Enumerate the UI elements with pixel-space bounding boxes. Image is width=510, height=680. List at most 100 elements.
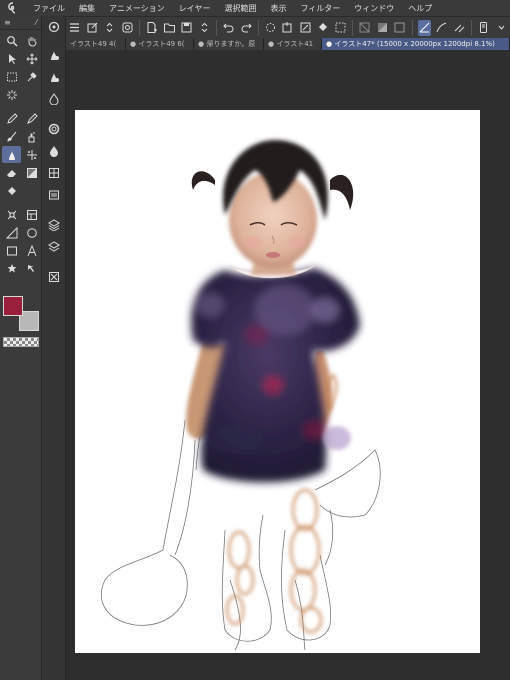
brush-icon[interactable]: [2, 128, 21, 145]
frame-border-icon[interactable]: [2, 206, 21, 223]
blend-icon[interactable]: [2, 146, 21, 163]
head: [191, 140, 354, 268]
brush-indicator-icon: ⁄: [35, 18, 37, 27]
water-drop-icon[interactable]: [42, 88, 66, 110]
selection-icon[interactable]: [2, 68, 21, 85]
toolbar-divider: [411, 19, 413, 36]
gradient-tool-icon[interactable]: [22, 164, 41, 181]
menu-edit[interactable]: 編集: [72, 3, 102, 14]
drawing-tools: [0, 108, 41, 199]
undo-icon[interactable]: [222, 20, 236, 36]
fill-bucket-icon[interactable]: [2, 182, 21, 199]
perspective-ruler-icon[interactable]: [453, 20, 467, 36]
redo-icon[interactable]: [239, 20, 253, 36]
tab-kaerimasuka[interactable]: ● 帰りますか。原: [194, 38, 264, 50]
circle-icon[interactable]: [22, 224, 41, 241]
menu-animation[interactable]: アニメーション: [102, 3, 172, 14]
ruler-icon[interactable]: [2, 224, 21, 241]
clip-studio-logo-icon[interactable]: [0, 0, 26, 16]
open-folder-icon[interactable]: [162, 20, 176, 36]
auto-select-icon[interactable]: [2, 86, 21, 103]
menu-selection[interactable]: 選択範囲: [217, 3, 263, 14]
bucket-icon[interactable]: [316, 20, 330, 36]
menu-window[interactable]: ウィンドウ: [347, 3, 401, 14]
blend-brush-icon[interactable]: [42, 66, 66, 88]
toolbar-divider: [139, 19, 140, 36]
layer-property-icon[interactable]: [42, 214, 66, 236]
menu-file[interactable]: ファイル: [26, 3, 72, 14]
tab-illust-49-4[interactable]: イラスト49 4(: [66, 38, 126, 50]
pen-icon[interactable]: [2, 110, 21, 127]
special-ruler-icon[interactable]: [435, 20, 449, 36]
tab-illust-49-6[interactable]: ● イラスト49 6(: [126, 38, 194, 50]
blend-brush-icon[interactable]: [42, 44, 66, 66]
airbrush-icon[interactable]: [22, 128, 41, 145]
foreground-color-swatch[interactable]: [3, 296, 23, 316]
blank-slot-icon: [22, 182, 41, 199]
toolbar-divider: [215, 19, 217, 36]
command-bar: [66, 16, 510, 38]
rectangle-icon[interactable]: [2, 242, 21, 259]
artwork-painting: [100, 140, 381, 651]
tool-panel: ≡ ⁄: [0, 16, 42, 680]
canvas-paper[interactable]: [75, 110, 480, 653]
balloon-icon[interactable]: [2, 260, 21, 277]
transform-icon[interactable]: [299, 20, 313, 36]
tab-illust-41[interactable]: ● イラスト41: [264, 38, 322, 50]
sub-tool-panel: [42, 16, 66, 680]
frame-icon[interactable]: [393, 20, 407, 36]
tool-panel-header: ≡ ⁄: [0, 16, 41, 30]
hand-blob: [323, 426, 351, 450]
layers-icon[interactable]: [42, 236, 66, 258]
color-swatches: [3, 296, 39, 336]
hamburger-menu-icon[interactable]: [68, 20, 82, 36]
eyedropper-icon[interactable]: [22, 68, 41, 85]
toolbar-divider: [257, 19, 259, 36]
canvas-workspace[interactable]: [66, 50, 510, 680]
decoration-icon[interactable]: [22, 146, 41, 163]
menu-icon[interactable]: ≡: [4, 18, 11, 27]
correct-line-icon[interactable]: [22, 260, 41, 277]
image-material-icon[interactable]: [42, 184, 66, 206]
transparent-color-swatch[interactable]: [3, 337, 39, 347]
chevron-down-icon[interactable]: [494, 20, 508, 36]
gradient-icon[interactable]: [376, 20, 390, 36]
tab-illust-47[interactable]: ● イラスト47* (15000 x 20000px 1200dpi 8.1%): [322, 38, 510, 50]
device-icon[interactable]: [477, 20, 491, 36]
color-set-icon[interactable]: [42, 162, 66, 184]
material-icon[interactable]: [42, 266, 66, 288]
text-icon[interactable]: [22, 242, 41, 259]
pencil-icon[interactable]: [22, 110, 41, 127]
menu-layer[interactable]: レイヤー: [172, 3, 218, 14]
eraser-icon[interactable]: [2, 164, 21, 181]
chevron-updown-icon[interactable]: [103, 20, 117, 36]
new-file-icon[interactable]: [145, 20, 159, 36]
shape-tools: [0, 204, 41, 277]
chevron-updown-icon[interactable]: [197, 20, 211, 36]
toolbar-divider: [471, 19, 472, 36]
operation-icon[interactable]: [2, 50, 21, 67]
menu-bar: ファイル 編集 アニメーション レイヤー 選択範囲 表示 フィルター ウィンドウ…: [0, 0, 510, 16]
navigator-icon[interactable]: [42, 16, 66, 38]
water-drop-icon[interactable]: [42, 140, 66, 162]
color-circle-icon[interactable]: [42, 118, 66, 140]
save-icon[interactable]: [180, 20, 194, 36]
ruler-snap-icon[interactable]: [417, 19, 432, 36]
panel-icon[interactable]: [22, 206, 41, 223]
app-window: ファイル 編集 アニメーション レイヤー 選択範囲 表示 フィルター ウィンドウ…: [0, 0, 510, 680]
blank-slot-icon: [22, 86, 41, 103]
menu-view[interactable]: 表示: [263, 3, 293, 14]
companion-icon[interactable]: [121, 20, 135, 36]
zoom-icon[interactable]: [2, 32, 21, 49]
edit-canvas-icon[interactable]: [86, 20, 100, 36]
deselect-icon[interactable]: [334, 20, 348, 36]
tool-grid: [0, 30, 41, 103]
hand-icon[interactable]: [22, 32, 41, 49]
fill-icon[interactable]: [281, 20, 295, 36]
grid-off-icon[interactable]: [358, 20, 372, 36]
move-icon[interactable]: [22, 50, 41, 67]
document-tabs: イラスト49 4( ● イラスト49 6( ● 帰りますか。原 ● イラスト41…: [66, 38, 510, 50]
clear-icon[interactable]: [264, 20, 278, 36]
menu-filter[interactable]: フィルター: [293, 3, 347, 14]
menu-help[interactable]: ヘルプ: [401, 3, 439, 14]
